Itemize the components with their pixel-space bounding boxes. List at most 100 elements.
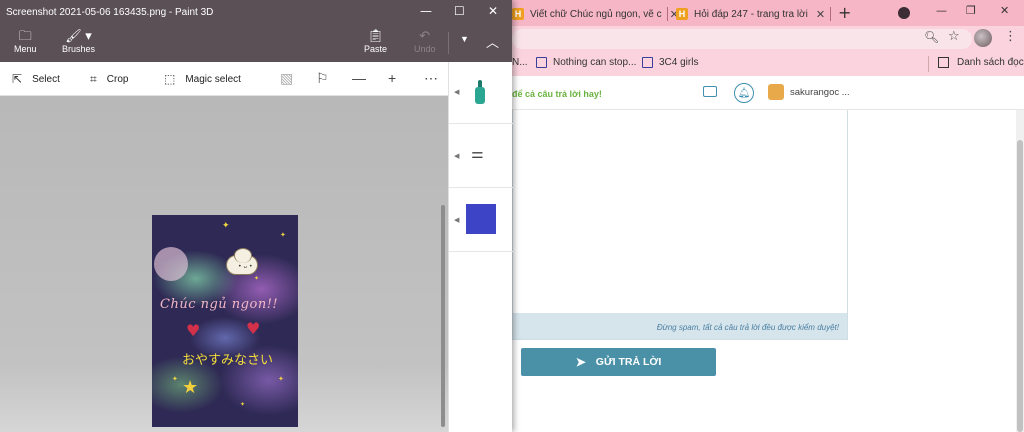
undo-button[interactable]: ↶ Undo: [414, 28, 436, 54]
kebab-menu-icon[interactable]: ⋮: [1004, 29, 1017, 44]
undo-icon: ↶: [419, 28, 431, 43]
spam-note: Đừng spam, tất cả câu trả lời đều được k…: [656, 323, 839, 332]
window-title: Screenshot 2021-05-06 163435.png - Paint…: [6, 7, 214, 18]
paste-button[interactable]: 📋︎ Paste: [364, 28, 387, 54]
restore-icon[interactable]: ❐: [966, 4, 976, 17]
reading-list-button[interactable]: Danh sách đọc: [938, 57, 1024, 68]
sliders-icon: ⚌: [471, 146, 484, 162]
tab-separator: [667, 7, 668, 21]
flag-icon[interactable]: ⚐: [316, 70, 329, 87]
maximize-icon[interactable]: ☐: [454, 4, 465, 18]
ribbon-separator: [448, 32, 449, 54]
brushes-button[interactable]: 🖌︎ ▾ Brushes: [62, 28, 95, 54]
paint3d-window: Screenshot 2021-05-06 163435.png - Paint…: [0, 0, 513, 432]
brush-settings[interactable]: ◀ ⚌: [449, 124, 513, 188]
paste-label: Paste: [364, 44, 388, 54]
color-picker[interactable]: ◀: [449, 188, 513, 252]
answer-hint-text: để cả câu trả lời hay!: [512, 89, 602, 99]
chrome-tab-2[interactable]: H Hỏi đáp 247 - trang tra lời ✕: [676, 2, 825, 26]
bookmark-star-icon[interactable]: ☆: [948, 29, 960, 44]
chrome-tab-1[interactable]: H Viết chữ Chúc ngủ ngon, vẽ c ✕: [512, 2, 679, 26]
submit-answer-button[interactable]: ➤ GỬI TRẢ LỜI: [521, 348, 716, 376]
star-icon: ✦: [280, 231, 286, 239]
page-scrollbar-thumb[interactable]: [1017, 140, 1023, 432]
canvas-toolbar: ⇱ Select ⌗ Crop ⬚ Magic select ▧ ⚐ — + ⋯: [0, 62, 448, 96]
expand-arrow-icon[interactable]: ◀: [454, 88, 459, 96]
bookmark-favicon-icon: [642, 57, 653, 68]
collapse-ribbon-icon[interactable]: ︿: [486, 32, 499, 51]
bookmark-label: 3C4 girls: [659, 57, 699, 68]
submit-label: GỬI TRẢ LỜI: [595, 356, 662, 368]
send-icon: ➤: [575, 355, 586, 369]
crop-icon: ⌗: [90, 72, 97, 86]
crop-tool[interactable]: ⌗ Crop: [90, 72, 128, 87]
bell-icon[interactable]: 🔔︎: [734, 83, 754, 103]
expand-arrow-icon[interactable]: ◀: [454, 216, 459, 224]
paint3d-ribbon: 🗀︎ Menu 🖌︎ ▾ Brushes 📋︎ Paste ↶ Undo ▼ ︿: [0, 26, 512, 62]
menu-label: Menu: [14, 44, 37, 54]
tab-title: Viết chữ Chúc ngủ ngon, vẽ c: [530, 8, 662, 20]
address-bar[interactable]: [512, 29, 972, 49]
star-icon: ✦: [278, 375, 284, 383]
select-label: Select: [32, 73, 60, 85]
cloud-face: • ᴗ •: [238, 263, 253, 270]
artwork-text-japanese: おやすみなさい: [182, 353, 274, 368]
more-icon[interactable]: ⋯: [424, 70, 438, 87]
bookmark-item[interactable]: 3C4 girls: [642, 57, 698, 68]
artwork-text-vietnamese: Chúc ngủ ngon!!: [160, 297, 279, 312]
brush-selector[interactable]: ◀: [449, 62, 513, 124]
tool-side-panel: ◀ ◀ ⚌ ◀: [448, 62, 513, 432]
answer-footer: Đừng spam, tất cả câu trả lời đều được k…: [513, 313, 847, 339]
bookmark-item[interactable]: N...: [512, 57, 528, 68]
close-window-icon[interactable]: ✕: [1000, 4, 1009, 17]
chat-icon[interactable]: [703, 86, 717, 97]
minimize-icon[interactable]: —: [420, 4, 432, 18]
clipboard-icon: 📋︎: [367, 28, 384, 43]
select-tool[interactable]: ⇱ Select: [12, 72, 60, 86]
marker-tip: [478, 80, 482, 87]
history-dropdown-icon[interactable]: ▼: [460, 34, 469, 44]
big-star-icon: ★: [182, 377, 199, 398]
profile-avatar[interactable]: [974, 29, 992, 47]
zoom-out-icon[interactable]: —: [352, 70, 366, 86]
close-icon[interactable]: ✕: [816, 8, 825, 21]
username[interactable]: sakurangoc ...: [790, 87, 850, 98]
bookmarks-separator: [928, 56, 929, 72]
bookmark-label: Nothing can stop...: [553, 57, 637, 68]
tab-favicon: H: [512, 8, 524, 20]
menu-button[interactable]: 🗀︎ Menu: [14, 28, 37, 54]
star-icon: ✦: [172, 375, 178, 383]
image-icon[interactable]: ▧: [280, 70, 293, 87]
star-icon: ✦: [254, 275, 260, 282]
magic-select-icon: ⬚: [164, 72, 176, 86]
expand-arrow-icon[interactable]: ◀: [454, 152, 459, 160]
new-tab-plus-icon[interactable]: +: [838, 3, 851, 22]
crop-label: Crop: [106, 74, 129, 85]
folder-icon: 🗀︎: [18, 28, 32, 43]
magic-select-tool[interactable]: ⬚ Magic select: [164, 72, 241, 86]
tab-favicon: H: [676, 8, 688, 20]
tab-title: Hỏi đáp 247 - trang tra lời: [694, 8, 808, 20]
heart-icon: ♥: [246, 319, 261, 338]
minimize-icon[interactable]: —: [936, 4, 947, 17]
bookmark-label: N...: [512, 57, 528, 68]
canvas-scrollbar[interactable]: [441, 205, 445, 427]
brushes-label: Brushes: [62, 44, 96, 54]
star-icon: ✦: [240, 401, 246, 408]
undo-label: Undo: [414, 44, 436, 54]
tab-search-icon[interactable]: [898, 7, 910, 19]
close-window-icon[interactable]: ✕: [488, 4, 498, 18]
tab-separator: [830, 7, 831, 21]
zoom-icon[interactable]: 🔍︎: [924, 30, 939, 44]
bookmark-favicon-icon: [536, 57, 547, 68]
zoom-in-icon[interactable]: +: [388, 70, 396, 86]
color-swatch[interactable]: [466, 204, 496, 234]
brush-icon: 🖌︎ ▾: [65, 28, 92, 43]
canvas-image[interactable]: • ᴗ • ✦ ✦ ✦ ✦ ✦ ✦ Chúc ngủ ngon!! ♥ ♥ おや…: [152, 215, 298, 427]
moon-shape: [154, 247, 188, 281]
reading-list-icon: [938, 57, 949, 68]
answer-editor[interactable]: Đừng spam, tất cả câu trả lời đều được k…: [512, 110, 848, 340]
heart-icon: ♥: [186, 321, 201, 340]
bookmark-item[interactable]: Nothing can stop...: [536, 57, 636, 68]
user-avatar[interactable]: [768, 84, 784, 100]
